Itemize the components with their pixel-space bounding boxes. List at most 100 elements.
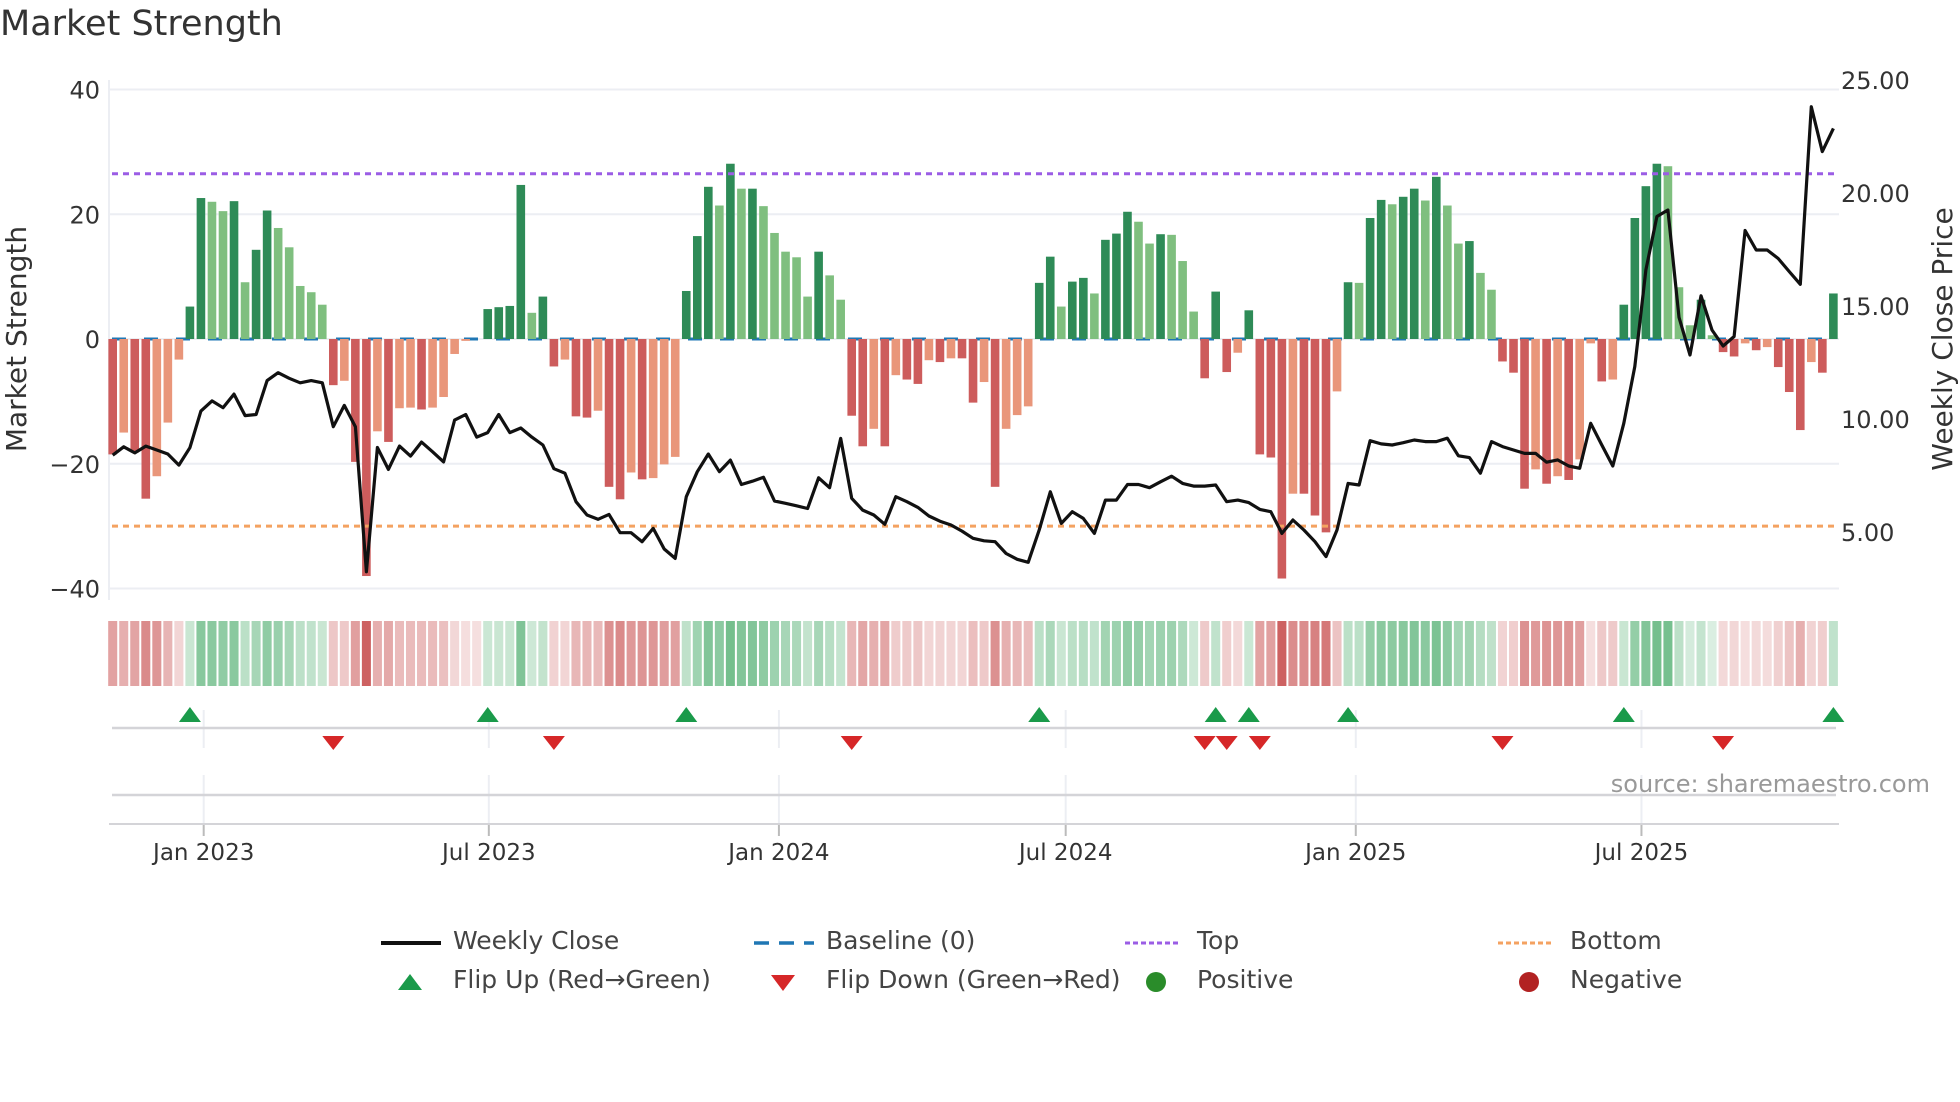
- x-tick-label: Jan 2025: [1303, 840, 1406, 866]
- strength-bar: [1023, 339, 1033, 407]
- strip-cell: [659, 621, 669, 686]
- strip-cell: [990, 621, 1000, 686]
- strip-cell: [1332, 621, 1342, 686]
- flip-up-marker: [1237, 707, 1260, 722]
- legend-item-bottom[interactable]: Bottom: [1498, 924, 1662, 956]
- flip-down-marker: [1712, 736, 1735, 750]
- strip-cell: [1531, 621, 1541, 686]
- strength-bar: [847, 339, 857, 416]
- strip-cell: [1597, 621, 1607, 686]
- strength-bar: [1365, 217, 1375, 339]
- strip-cell: [1630, 621, 1640, 686]
- strip-cell: [417, 621, 427, 686]
- strength-bar: [1498, 339, 1507, 362]
- flip-down-marker: [1193, 736, 1216, 750]
- strength-bar: [891, 339, 901, 376]
- strip-cell: [1310, 621, 1320, 686]
- strip-cell: [1089, 621, 1099, 686]
- strip-cell: [361, 621, 371, 686]
- strip-cell: [383, 621, 393, 686]
- strength-bar: [759, 206, 768, 339]
- legend-item-weekly-close[interactable]: Weekly Close: [381, 924, 619, 956]
- strip-cell: [979, 621, 989, 686]
- strength-bar: [946, 339, 956, 359]
- strip-cell: [1100, 621, 1110, 686]
- strength-bar: [240, 282, 250, 339]
- strength-bar: [803, 296, 812, 339]
- strength-bar: [284, 247, 294, 339]
- legend-item-negative[interactable]: Negative: [1498, 963, 1682, 995]
- strip-cell: [1707, 621, 1717, 686]
- legend-item-flip-down[interactable]: Flip Down (Green→Red): [754, 963, 1121, 995]
- strength-bar: [461, 339, 470, 341]
- strip-cell: [648, 621, 658, 686]
- strip-cell: [880, 621, 890, 686]
- strip-cell: [1111, 621, 1121, 686]
- legend-item-baseline[interactable]: Baseline (0): [754, 924, 975, 956]
- strength-bar: [340, 339, 349, 381]
- circle-icon: [1125, 969, 1187, 992]
- legend-item-top[interactable]: Top: [1125, 924, 1239, 956]
- strip-cell: [1740, 621, 1750, 686]
- strength-bar: [670, 339, 680, 457]
- flip-up-marker: [178, 707, 201, 722]
- strip-cell: [792, 621, 802, 686]
- strip-cell: [1475, 621, 1485, 686]
- strength-bar: [726, 163, 735, 339]
- strip-cell: [1255, 621, 1265, 686]
- strength-bar: [704, 186, 713, 339]
- strip-cell: [284, 621, 294, 686]
- legend-label: Flip Up (Red→Green): [453, 964, 711, 994]
- legend-item-flip-up[interactable]: Flip Up (Red→Green): [381, 963, 711, 995]
- strength-bar: [1432, 176, 1441, 339]
- dotted-line-icon: [1125, 930, 1187, 950]
- strength-bar: [880, 339, 890, 447]
- strength-bar: [1619, 304, 1629, 339]
- legend-label: Baseline (0): [826, 925, 976, 955]
- strength-bar: [990, 339, 1000, 487]
- strength-bar: [130, 339, 140, 453]
- strip-cell: [1145, 621, 1155, 686]
- strip-cell: [262, 621, 272, 686]
- strength-bar: [1586, 339, 1596, 344]
- strip-cell: [582, 621, 592, 686]
- flip-down-marker: [840, 736, 863, 750]
- strength-bar: [968, 339, 978, 403]
- market-strength-chart: 40 20 0 −20 −40 25.00 20.00 15.00 10.00 5.00 Jan 2…: [0, 67, 1959, 866]
- strip-cell: [1299, 621, 1309, 686]
- strength-bar: [715, 205, 724, 339]
- strength-bar: [1321, 339, 1331, 533]
- strength-bar: [1034, 282, 1044, 339]
- strip-cell: [450, 621, 460, 686]
- strip-cell: [439, 621, 449, 686]
- strength-bar: [1829, 293, 1838, 339]
- solid-line-icon: [381, 930, 443, 950]
- strength-bars: [108, 163, 1838, 579]
- strength-bar: [1012, 339, 1022, 416]
- left-axis-label: Market Strength: [0, 226, 33, 452]
- y-tick-label: −20: [49, 451, 100, 479]
- strength-bar: [1553, 339, 1562, 477]
- strength-bar: [1740, 339, 1750, 344]
- strip-cell: [714, 621, 724, 686]
- strength-bar: [185, 306, 195, 339]
- strength-bar: [1123, 211, 1132, 339]
- strength-bar: [737, 188, 746, 339]
- strength-bar: [306, 292, 316, 339]
- strip-cell: [803, 621, 813, 686]
- dotted-line-icon: [1498, 930, 1560, 950]
- strength-bar: [1266, 339, 1276, 458]
- strength-bar: [1068, 281, 1077, 339]
- strength-bar: [1343, 282, 1353, 339]
- legend-item-positive[interactable]: Positive: [1125, 963, 1293, 995]
- strength-bar: [207, 201, 217, 339]
- strip-cell: [108, 621, 118, 686]
- strip-cell: [328, 621, 338, 686]
- strength-bar: [1211, 291, 1220, 339]
- legend-label: Negative: [1570, 964, 1683, 994]
- strip-cell: [1586, 621, 1596, 686]
- strip-cell: [725, 621, 735, 686]
- strength-bar: [1145, 243, 1154, 339]
- axes-layer: 40 20 0 −20 −40 25.00 20.00 15.00 10.00 5.00 Jan 2…: [49, 67, 1909, 866]
- strip-cell: [1619, 621, 1629, 686]
